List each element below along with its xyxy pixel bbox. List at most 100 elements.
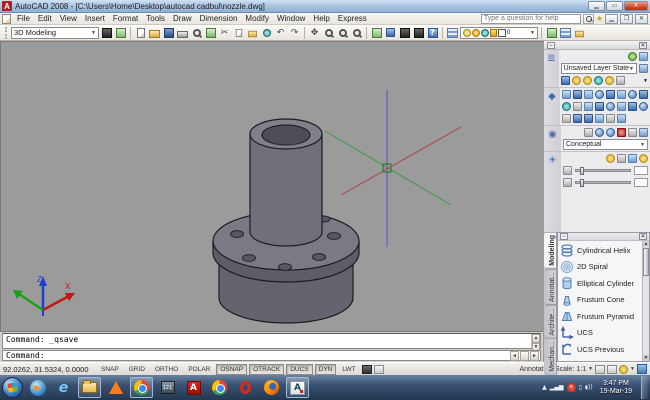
volume-icon[interactable]: ◖)): [585, 384, 593, 391]
clean-screen-icon[interactable]: [637, 364, 647, 374]
cut-icon[interactable]: ✂: [218, 26, 231, 39]
layer-states-icon[interactable]: [573, 26, 586, 39]
palette-item-frustum-cone[interactable]: Frustum Cone: [560, 292, 641, 309]
palette-item-elliptical-cylinder[interactable]: Elliptical Cylinder: [560, 275, 641, 292]
menu-express[interactable]: Express: [334, 13, 371, 25]
autoscale-icon[interactable]: [607, 365, 617, 374]
match-properties-icon[interactable]: [260, 26, 273, 39]
zoom-realtime-icon[interactable]: [322, 26, 335, 39]
layers-panel-icon[interactable]: ≣: [544, 50, 559, 87]
slice-icon[interactable]: [628, 102, 637, 111]
3d-hidden-icon[interactable]: [595, 128, 604, 137]
revolve-icon[interactable]: [584, 102, 593, 111]
network-icon[interactable]: ▂▄▆: [550, 384, 564, 391]
palette-scroll-up-icon[interactable]: ▲: [643, 241, 649, 247]
sphere-primitive-icon[interactable]: [595, 90, 604, 99]
palette-tab-modeling[interactable]: Modeling: [544, 232, 557, 269]
conceptual-style-icon[interactable]: [617, 128, 626, 137]
drawing-viewport[interactable]: Z X: [0, 41, 543, 332]
status-toggle-osnap[interactable]: OSNAP: [216, 364, 247, 375]
status-toggle-otrack[interactable]: OTRACK: [249, 364, 284, 375]
markup-set-manager-icon[interactable]: [398, 26, 411, 39]
palette-item-frustum-pyramid[interactable]: Frustum Pyramid: [560, 308, 641, 325]
mdi-minimize-button[interactable]: ▁: [605, 14, 618, 24]
palette-minimize-button[interactable]: −: [560, 233, 568, 240]
dashboard-close-button[interactable]: ✕: [639, 42, 647, 49]
layer-unisolate-icon[interactable]: [639, 52, 648, 61]
menu-insert[interactable]: Insert: [81, 13, 109, 25]
subtract-icon[interactable]: [573, 114, 582, 123]
layer-properties-manager-icon[interactable]: [561, 76, 570, 85]
command-input[interactable]: Command: ◄►: [2, 350, 541, 361]
undo-icon[interactable]: ↶: [274, 26, 287, 39]
workspace-settings-icon[interactable]: [100, 26, 113, 39]
palette-item-2d-spiral[interactable]: 2D Spiral: [560, 259, 641, 276]
dashboard-minimize-button[interactable]: −: [547, 42, 555, 49]
palette-item-ucs-previous[interactable]: UCS Previous: [560, 341, 641, 358]
minimize-button[interactable]: ▁: [588, 1, 605, 11]
status-toggle-polar[interactable]: POLAR: [184, 364, 214, 375]
shadows-icon[interactable]: [628, 154, 637, 163]
palette-tab-architectural[interactable]: Archite...: [544, 305, 557, 339]
status-toggle-dyn[interactable]: DYN: [315, 364, 337, 375]
taskbar-mpc-button[interactable]: 121: [156, 377, 179, 398]
menu-tools[interactable]: Tools: [142, 13, 169, 25]
annotation-visibility-icon[interactable]: [595, 365, 605, 374]
sun-status-icon[interactable]: [606, 154, 615, 163]
quickcalc-icon[interactable]: [412, 26, 425, 39]
layer-control-dropdown[interactable]: 0▼: [460, 27, 538, 39]
help-icon[interactable]: ?: [426, 26, 439, 39]
layer-freeze-icon[interactable]: [583, 76, 592, 85]
extrude-icon[interactable]: [573, 102, 582, 111]
3d-move-icon[interactable]: [606, 114, 615, 123]
scroll-thumb[interactable]: [520, 351, 529, 361]
realistic-style-icon[interactable]: [606, 128, 615, 137]
layer-isolate-icon[interactable]: [628, 52, 637, 61]
layer-previous-icon[interactable]: [559, 26, 572, 39]
tray-expand-icon[interactable]: ▲: [542, 384, 547, 391]
workspace-dropdown[interactable]: 3D Modeling▼: [11, 27, 99, 39]
sky-off-icon[interactable]: [617, 154, 626, 163]
light-panel-icon[interactable]: ☀: [544, 152, 561, 232]
palette-scrollbar[interactable]: ▲ ▼: [642, 241, 649, 361]
taskbar-ie-button[interactable]: e: [52, 377, 75, 398]
palette-item-ucs[interactable]: UCS: [560, 325, 641, 342]
scroll-left-icon[interactable]: ◄: [510, 351, 519, 361]
contrast-slider[interactable]: [575, 181, 631, 184]
layer-properties-icon[interactable]: [446, 26, 459, 39]
layer-color-icon[interactable]: [605, 76, 614, 85]
edge-jitter-icon[interactable]: [639, 128, 648, 137]
menu-edit[interactable]: Edit: [34, 13, 56, 25]
start-button[interactable]: [2, 377, 23, 398]
favorites-star-icon[interactable]: ★: [596, 14, 603, 24]
toolbar-lock-icon[interactable]: [619, 365, 628, 374]
status-toggle-grid[interactable]: GRID: [125, 364, 149, 375]
toolbar-grip[interactable]: [5, 27, 8, 39]
box-primitive-icon[interactable]: [562, 90, 571, 99]
sweep-icon[interactable]: [595, 102, 604, 111]
intersect-icon[interactable]: [584, 114, 593, 123]
power-icon[interactable]: ▯: [579, 384, 582, 391]
taskbar-firefox-button[interactable]: [260, 377, 283, 398]
annotation-scale-value[interactable]: 1:1: [576, 366, 586, 373]
status-menu-dropdown-icon[interactable]: ▼: [630, 366, 635, 372]
status-toggle-lwt[interactable]: LWT: [338, 364, 359, 375]
pan-icon[interactable]: ✥: [308, 26, 321, 39]
redo-icon[interactable]: ↷: [288, 26, 301, 39]
paper-space-icon[interactable]: [374, 365, 384, 374]
taskbar-vlc-button[interactable]: [104, 377, 127, 398]
layer-row-dropdown-icon[interactable]: ▼: [643, 78, 648, 84]
my-workspace-icon[interactable]: [114, 26, 127, 39]
action-center-icon[interactable]: ✕: [567, 383, 576, 392]
layer-state-dropdown[interactable]: Unsaved Layer State▼: [561, 63, 637, 74]
zoom-previous-icon[interactable]: [350, 26, 363, 39]
mdi-close-button[interactable]: ✕: [635, 14, 648, 24]
taskbar-clock[interactable]: 3:47 PM 19-Mar-19: [596, 380, 636, 396]
maximize-button[interactable]: ▭: [606, 1, 623, 11]
make-object-layer-icon[interactable]: [545, 26, 558, 39]
palette-scroll-down-icon[interactable]: ▼: [643, 355, 649, 361]
pyramid-primitive-icon[interactable]: [628, 90, 637, 99]
union-icon[interactable]: [562, 114, 571, 123]
zoom-window-icon[interactable]: [336, 26, 349, 39]
menu-help[interactable]: Help: [309, 13, 333, 25]
